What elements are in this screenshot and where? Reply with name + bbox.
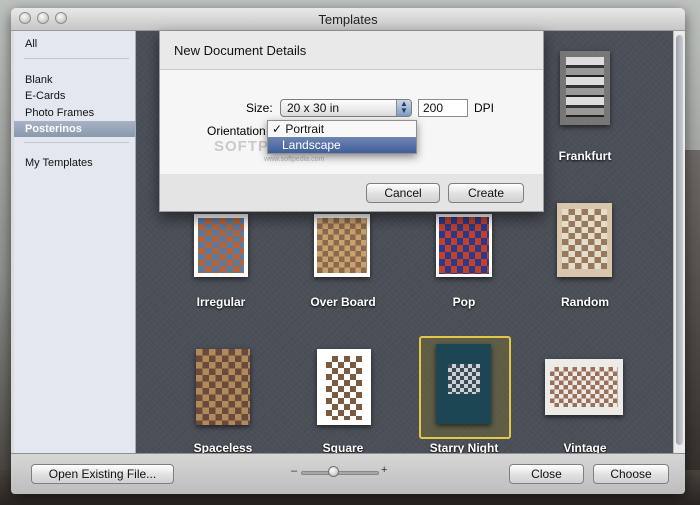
size-popup[interactable]: 20 x 30 in ▲ ▼: [280, 99, 412, 117]
size-label: Size:: [246, 101, 273, 115]
sidebar-item-blank[interactable]: Blank: [14, 72, 135, 88]
irregular-thumbnail[interactable]: [194, 214, 248, 277]
bottom-bar: Open Existing File... – + Close Choose: [11, 453, 685, 494]
over-board-thumbnail[interactable]: [314, 214, 370, 277]
watermark-url: www.softpedia.com: [264, 156, 325, 163]
template-label: Spaceless: [193, 441, 253, 453]
frankfurt-thumbnail[interactable]: [560, 51, 610, 125]
random-thumbnail[interactable]: [557, 203, 612, 277]
sidebar-item-photo-frames[interactable]: Photo Frames: [14, 105, 135, 121]
templates-window: Templates All Blank E-Cards Photo Frames…: [11, 8, 685, 494]
window-title: Templates: [318, 12, 378, 27]
orientation-menu: ✓ Portrait Landscape: [267, 120, 417, 154]
sidebar-item-ecards[interactable]: E-Cards: [14, 88, 135, 104]
orientation-option-portrait[interactable]: ✓ Portrait: [268, 121, 416, 137]
template-label: Frankfurt: [558, 149, 612, 163]
title-bar: Templates: [11, 8, 685, 31]
sidebar-divider: [24, 142, 129, 143]
sidebar-item-posterinos[interactable]: Posterinos: [14, 121, 135, 137]
popup-arrows-icon: ▲ ▼: [396, 100, 411, 116]
sidebar-item-my-templates[interactable]: My Templates: [14, 155, 135, 171]
grid-scrollbar[interactable]: [673, 31, 685, 453]
create-button[interactable]: Create: [448, 183, 524, 203]
template-label: Over Board: [310, 295, 376, 309]
zoom-in-icon[interactable]: +: [381, 464, 387, 476]
sidebar-item-all[interactable]: All: [14, 36, 135, 52]
template-label: Pop: [452, 295, 476, 309]
scrollbar-thumb[interactable]: [676, 35, 683, 445]
template-label: Irregular: [196, 295, 246, 309]
spaceless-thumbnail[interactable]: [196, 349, 250, 425]
vintage-thumbnail[interactable]: [545, 359, 623, 415]
close-button[interactable]: Close: [509, 464, 584, 484]
dpi-label: DPI: [474, 101, 495, 115]
sidebar: All Blank E-Cards Photo Frames Posterino…: [14, 31, 136, 453]
cancel-button[interactable]: Cancel: [366, 183, 440, 203]
sidebar-divider: [24, 58, 129, 59]
zoom-slider[interactable]: [301, 471, 379, 475]
starry-night-thumbnail[interactable]: [436, 344, 491, 424]
dpi-field[interactable]: 200: [418, 99, 468, 117]
square-thumbnail[interactable]: [317, 349, 371, 425]
template-label: Random: [561, 295, 609, 309]
choose-button[interactable]: Choose: [593, 464, 669, 484]
orientation-option-landscape[interactable]: Landscape: [268, 137, 416, 153]
open-existing-file-button[interactable]: Open Existing File...: [31, 464, 174, 484]
template-label: Starry Night: [429, 441, 499, 453]
zoom-slider-knob[interactable]: [328, 466, 339, 477]
zoom-out-icon[interactable]: –: [291, 465, 297, 477]
sheet-title: New Document Details: [174, 43, 307, 58]
size-value: 20 x 30 in: [287, 101, 340, 115]
sheet-footer: Cancel Create: [160, 174, 543, 211]
template-label: Vintage: [563, 441, 607, 453]
orientation-label: Orientation: [207, 124, 266, 138]
template-label: Square: [322, 441, 364, 453]
pop-thumbnail[interactable]: [436, 214, 492, 277]
